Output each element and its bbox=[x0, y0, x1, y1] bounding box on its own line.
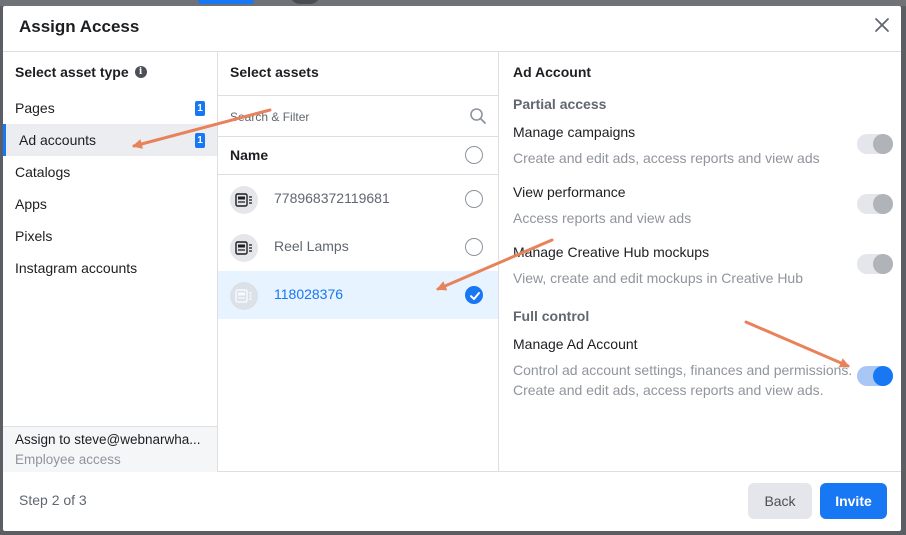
step-indicator: Step 2 of 3 bbox=[19, 492, 87, 508]
name-column-label: Name bbox=[230, 147, 269, 163]
permission-manage-ad-account: Manage Ad Account Control ad account set… bbox=[513, 336, 853, 400]
asset-type-list: Pages 1 Ad accounts 1 Catalogs Apps Pixe… bbox=[3, 92, 217, 284]
assignee-role: Employee access bbox=[15, 452, 121, 467]
toggle-manage-campaigns[interactable] bbox=[857, 134, 893, 154]
toggle-view-performance[interactable] bbox=[857, 194, 893, 214]
asset-type-label: Pixels bbox=[15, 228, 53, 244]
assets-name-header: Name bbox=[218, 136, 498, 175]
permission-title: Manage campaigns bbox=[513, 124, 636, 140]
toggle-knob bbox=[873, 134, 893, 154]
permissions-column: Ad Account Partial access Manage campaig… bbox=[499, 52, 901, 471]
asset-row-selected[interactable]: 118028376 bbox=[218, 271, 498, 319]
toggle-knob bbox=[873, 366, 893, 386]
search-row bbox=[218, 95, 498, 137]
asset-row[interactable]: Reel Lamps bbox=[218, 223, 498, 271]
invite-button[interactable]: Invite bbox=[820, 483, 887, 519]
asset-radio-checked[interactable] bbox=[465, 286, 483, 304]
permission-description: View, create and edit mockups in Creativ… bbox=[513, 270, 804, 286]
toggle-manage-creative-hub[interactable] bbox=[857, 254, 893, 274]
ad-account-icon bbox=[230, 282, 258, 310]
asset-list: 778968372119681 Reel Lamps 118028376 bbox=[218, 175, 498, 319]
partial-access-title: Partial access bbox=[513, 96, 607, 112]
asset-name: Reel Lamps bbox=[274, 238, 349, 254]
assets-column: Select assets Name 778968372119681 bbox=[218, 52, 499, 471]
dialog-panels: Select asset type i Pages 1 Ad accounts … bbox=[3, 51, 901, 472]
permission-title: View performance bbox=[513, 184, 626, 200]
toggle-knob bbox=[873, 254, 893, 274]
permissions-header: Ad Account bbox=[513, 64, 592, 80]
permission-manage-campaigns: Manage campaigns Create and edit ads, ac… bbox=[513, 124, 853, 168]
search-input[interactable] bbox=[228, 105, 462, 129]
asset-type-label: Pages bbox=[15, 100, 55, 116]
background-avatar bbox=[290, 0, 320, 4]
full-control-title: Full control bbox=[513, 308, 590, 324]
permission-title: Manage Creative Hub mockups bbox=[513, 244, 710, 260]
dialog-title: Assign Access bbox=[19, 17, 140, 36]
permission-view-performance: View performance Access reports and view… bbox=[513, 184, 853, 228]
search-icon[interactable] bbox=[469, 107, 487, 125]
permission-title: Manage Ad Account bbox=[513, 336, 638, 352]
permission-description: Control ad account settings, finances an… bbox=[513, 362, 853, 398]
back-button[interactable]: Back bbox=[748, 483, 812, 519]
asset-type-header-label: Select asset type bbox=[15, 64, 129, 80]
select-all-radio[interactable] bbox=[465, 146, 483, 164]
asset-radio[interactable] bbox=[465, 238, 483, 256]
asset-type-apps[interactable]: Apps bbox=[3, 188, 217, 220]
assignee-email: Assign to steve@webnarwha... bbox=[15, 432, 201, 447]
asset-type-header: Select asset type i bbox=[15, 64, 147, 80]
info-icon[interactable]: i bbox=[134, 66, 147, 78]
asset-type-column: Select asset type i Pages 1 Ad accounts … bbox=[3, 52, 218, 472]
count-badge: 1 bbox=[195, 101, 205, 116]
asset-type-label: Instagram accounts bbox=[15, 260, 138, 276]
toggle-manage-ad-account[interactable] bbox=[857, 366, 893, 386]
asset-type-pages[interactable]: Pages 1 bbox=[3, 92, 217, 124]
asset-name: 778968372119681 bbox=[274, 190, 390, 206]
asset-type-label: Apps bbox=[15, 196, 47, 212]
asset-name: 118028376 bbox=[274, 286, 344, 302]
asset-type-label: Ad accounts bbox=[19, 132, 97, 148]
background-button bbox=[198, 0, 254, 4]
assignee-summary: Assign to steve@webnarwha... Employee ac… bbox=[3, 426, 217, 472]
count-badge: 1 bbox=[195, 133, 205, 148]
asset-type-pixels[interactable]: Pixels bbox=[3, 220, 217, 252]
permission-manage-creative-hub: Manage Creative Hub mockups View, create… bbox=[513, 244, 853, 288]
asset-type-catalogs[interactable]: Catalogs bbox=[3, 156, 217, 188]
permission-description: Access reports and view ads bbox=[513, 210, 692, 226]
toggle-knob bbox=[873, 194, 893, 214]
asset-radio[interactable] bbox=[465, 190, 483, 208]
asset-type-label: Catalogs bbox=[15, 164, 71, 180]
ad-account-icon bbox=[230, 234, 258, 262]
permission-description: Create and edit ads, access reports and … bbox=[513, 150, 820, 166]
close-icon bbox=[875, 18, 889, 32]
ad-account-icon bbox=[230, 186, 258, 214]
close-button[interactable] bbox=[871, 14, 893, 36]
assign-access-dialog: Assign Access Select asset type i Pages … bbox=[3, 6, 901, 531]
assets-header: Select assets bbox=[230, 64, 319, 80]
asset-row[interactable]: 778968372119681 bbox=[218, 175, 498, 223]
asset-type-instagram-accounts[interactable]: Instagram accounts bbox=[3, 252, 217, 284]
asset-type-ad-accounts[interactable]: Ad accounts 1 bbox=[3, 124, 217, 156]
checkmark-icon bbox=[470, 292, 480, 300]
